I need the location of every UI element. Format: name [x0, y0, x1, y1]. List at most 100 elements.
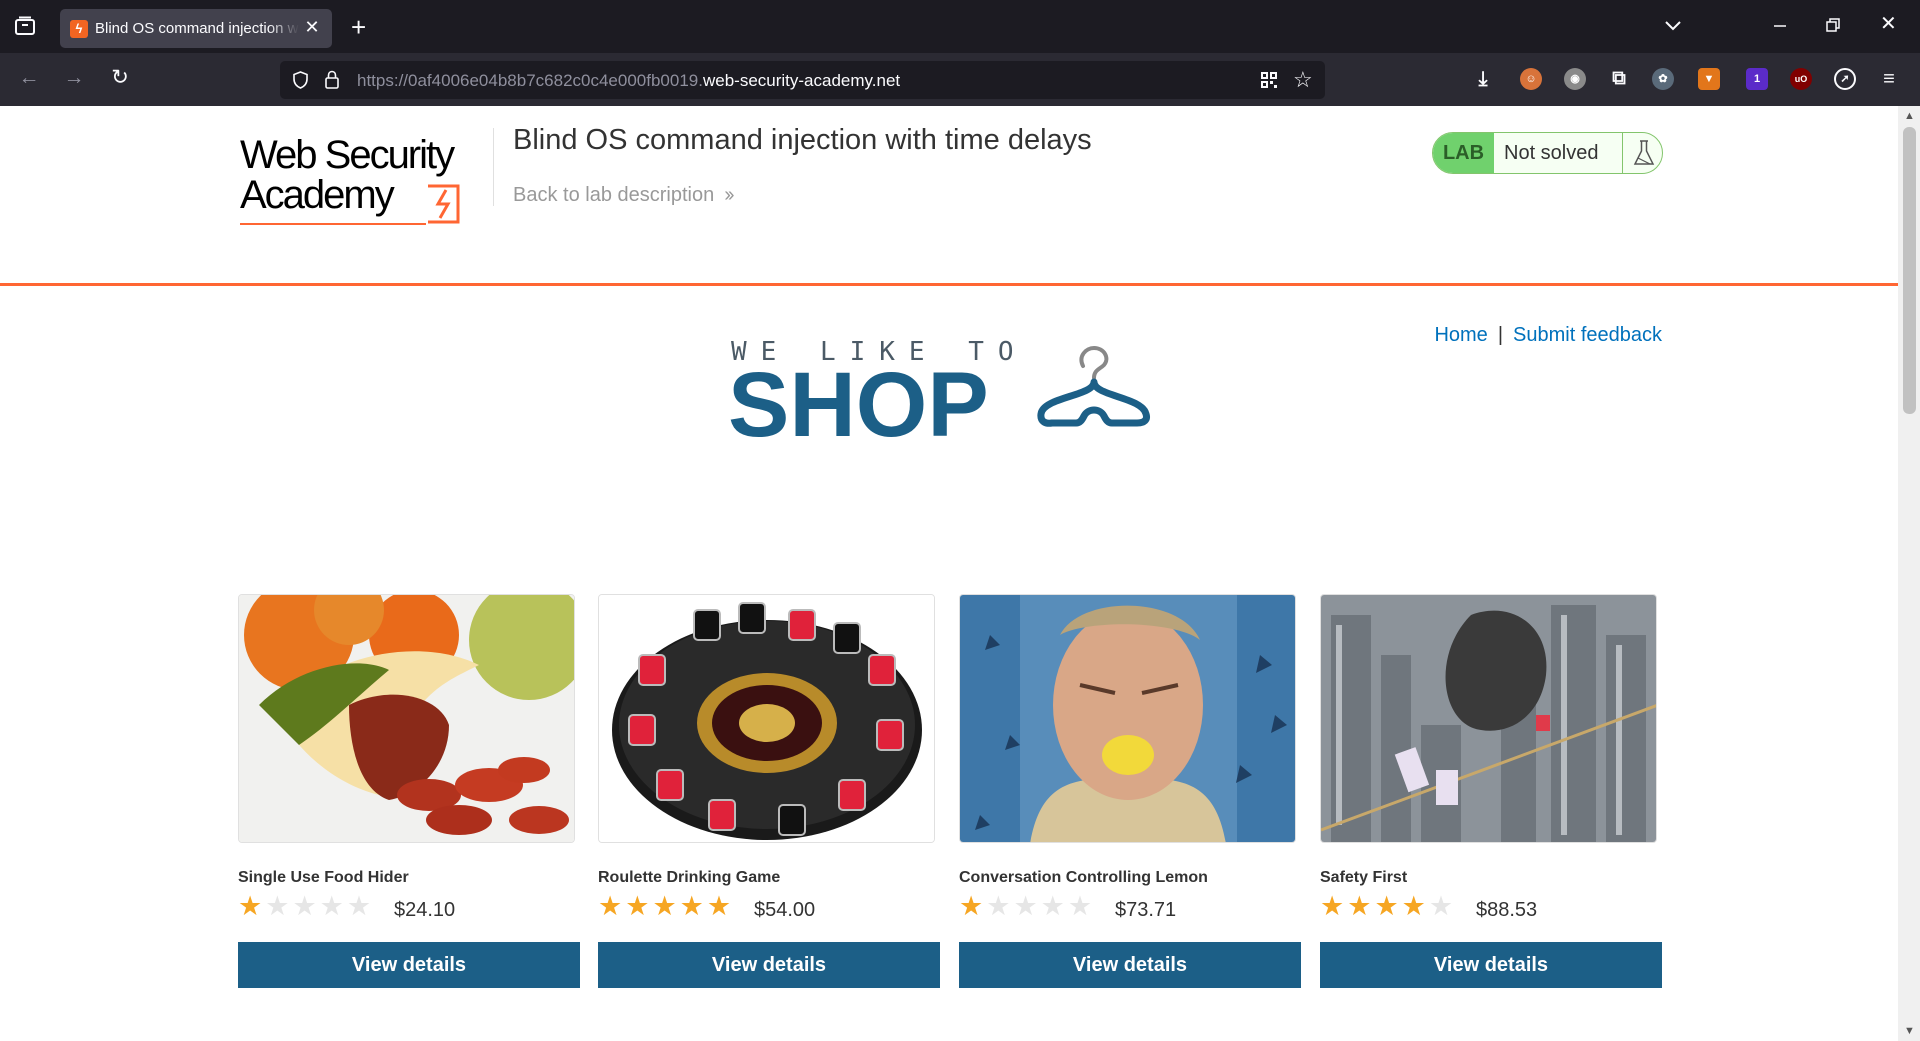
extension-cookie-icon[interactable]: ✿	[1652, 68, 1674, 90]
product-image-safety-first[interactable]	[1320, 594, 1657, 843]
product-image-roulette[interactable]	[598, 594, 935, 843]
star-filled-icon: ★	[959, 891, 987, 921]
close-window-icon[interactable]: ✕	[1880, 14, 1897, 34]
active-tab[interactable]: ϟ Blind OS command injection with time d…	[60, 9, 332, 48]
download-icon[interactable]: ⤓	[1472, 68, 1494, 90]
star-filled-icon: ★	[625, 891, 653, 921]
compass-icon[interactable]: ➚	[1834, 68, 1856, 90]
hanger-icon	[1037, 345, 1150, 427]
star-empty-icon: ★	[1067, 891, 1096, 921]
star-empty-icon: ★	[1013, 891, 1041, 921]
web-security-academy-logo[interactable]: Web Security Academy	[238, 128, 488, 228]
url-host: web-security-academy.net	[702, 71, 901, 90]
star-filled-icon: ★	[238, 891, 266, 921]
view-details-button[interactable]: View details	[598, 942, 940, 988]
product-price: $54.00	[754, 899, 816, 921]
bookmark-star-icon[interactable]: ☆	[1293, 67, 1313, 93]
scroll-up-arrow-icon[interactable]: ▲	[1904, 110, 1915, 122]
back-link-label: Back to lab description	[513, 184, 715, 206]
back-arrow-icon[interactable]: ←	[16, 67, 42, 93]
star-empty-icon: ★	[1428, 891, 1457, 921]
star-rating: ★★★★★	[959, 891, 1095, 922]
reload-icon[interactable]: ↻	[107, 67, 133, 93]
view-details-button[interactable]: View details	[1320, 942, 1662, 988]
extension-avatar-icon[interactable]: ☺	[1520, 68, 1542, 90]
product-price: $88.53	[1476, 899, 1538, 921]
product-price: $73.71	[1115, 899, 1177, 921]
academy-header: Web Security Academy Blind OS command in…	[0, 106, 1898, 286]
product-price: $24.10	[394, 899, 456, 921]
we-like-to-shop-banner: WE LIKE TO SHOP	[728, 337, 1150, 446]
lightning-favicon-icon: ϟ	[70, 20, 88, 38]
scroll-down-arrow-icon[interactable]: ▼	[1904, 1025, 1915, 1037]
product-name: Conversation Controlling Lemon	[959, 869, 1208, 886]
chevron-down-icon[interactable]	[1664, 17, 1682, 36]
extension-badge-icon[interactable]: 1	[1746, 68, 1768, 90]
hamburger-menu-icon[interactable]: ≡	[1878, 68, 1900, 90]
view-details-button[interactable]: View details	[238, 942, 580, 988]
qr-code-icon[interactable]	[1260, 71, 1278, 89]
star-empty-icon: ★	[265, 891, 293, 921]
product-name: Single Use Food Hider	[238, 869, 409, 886]
page-viewport: Web Security Academy Blind OS command in…	[0, 106, 1898, 1041]
shield-icon[interactable]	[292, 71, 309, 89]
star-empty-icon: ★	[346, 891, 375, 921]
star-empty-icon: ★	[292, 891, 320, 921]
top-links: Home | Submit feedback	[1434, 324, 1662, 347]
lab-badge: LAB	[1433, 133, 1494, 173]
lock-icon[interactable]	[324, 70, 340, 89]
scrollbar-thumb[interactable]	[1903, 127, 1916, 414]
product-card: Single Use Food Hider ★★★★★ $24.10 View …	[238, 594, 580, 994]
star-filled-icon: ★	[706, 891, 735, 921]
navigation-toolbar: ← → ↻ https://0af4006e04b8b7c682c0c4e000…	[0, 53, 1920, 106]
double-chevron-right-icon: ››	[724, 184, 734, 206]
link-separator: |	[1497, 324, 1504, 346]
url-text[interactable]: https://0af4006e04b8b7c682c0c4e000fb0019…	[357, 71, 900, 91]
star-empty-icon: ★	[319, 891, 347, 921]
metamask-fox-icon[interactable]: ▼	[1698, 68, 1720, 90]
tab-title: Blind OS command injection with time del…	[95, 20, 299, 37]
product-image-food-hider[interactable]	[238, 594, 575, 843]
star-filled-icon: ★	[679, 891, 707, 921]
lab-status-widget: LAB Not solved	[1432, 132, 1663, 174]
product-name: Safety First	[1320, 869, 1408, 886]
svg-text:Academy: Academy	[240, 173, 395, 217]
product-card: Safety First ★★★★★ $88.53 View details	[1320, 594, 1662, 994]
flask-icon[interactable]	[1622, 133, 1662, 173]
star-filled-icon: ★	[652, 891, 680, 921]
extension-glasses-icon[interactable]: ◉	[1564, 68, 1586, 90]
ublock-shield-icon[interactable]: uO	[1790, 68, 1812, 90]
product-name: Roulette Drinking Game	[598, 869, 781, 886]
view-details-button[interactable]: View details	[959, 942, 1301, 988]
close-tab-icon[interactable]: ✕	[302, 17, 322, 37]
restore-window-icon[interactable]	[1825, 17, 1841, 36]
forward-arrow-icon[interactable]: →	[61, 67, 87, 93]
minimize-icon[interactable]	[1772, 15, 1788, 39]
lab-title: Blind OS command injection with time del…	[513, 124, 1092, 156]
new-tab-plus-icon[interactable]: +	[351, 14, 366, 40]
back-to-lab-description-link[interactable]: Back to lab description ››	[513, 184, 735, 207]
submit-feedback-link[interactable]: Submit feedback	[1513, 324, 1662, 346]
star-filled-icon: ★	[598, 891, 626, 921]
lab-status-text: Not solved	[1504, 142, 1599, 164]
star-filled-icon: ★	[1374, 891, 1402, 921]
url-prefix: https://0af4006e04b8b7c682c0c4e000fb0019…	[357, 71, 703, 90]
star-rating: ★★★★★	[598, 891, 734, 922]
star-empty-icon: ★	[1040, 891, 1068, 921]
svg-text:Web Security: Web Security	[240, 133, 455, 177]
star-filled-icon: ★	[1347, 891, 1375, 921]
home-link[interactable]: Home	[1434, 324, 1487, 346]
product-image-lemon[interactable]	[959, 594, 1296, 843]
product-card: Conversation Controlling Lemon ★★★★★ $73…	[959, 594, 1301, 994]
vertical-scrollbar[interactable]: ▲ ▼	[1898, 106, 1920, 1041]
header-divider	[493, 128, 494, 206]
tab-strip: ϟ Blind OS command injection with time d…	[0, 0, 1920, 53]
extensions-puzzle-icon[interactable]: ⧉	[1608, 68, 1630, 90]
star-filled-icon: ★	[1401, 891, 1429, 921]
star-rating: ★★★★★	[238, 891, 374, 922]
star-empty-icon: ★	[986, 891, 1014, 921]
browser-window: ϟ Blind OS command injection with time d…	[0, 0, 1920, 1041]
address-bar[interactable]: https://0af4006e04b8b7c682c0c4e000fb0019…	[280, 61, 1325, 99]
tab-list-icon[interactable]	[14, 16, 36, 36]
star-filled-icon: ★	[1320, 891, 1348, 921]
